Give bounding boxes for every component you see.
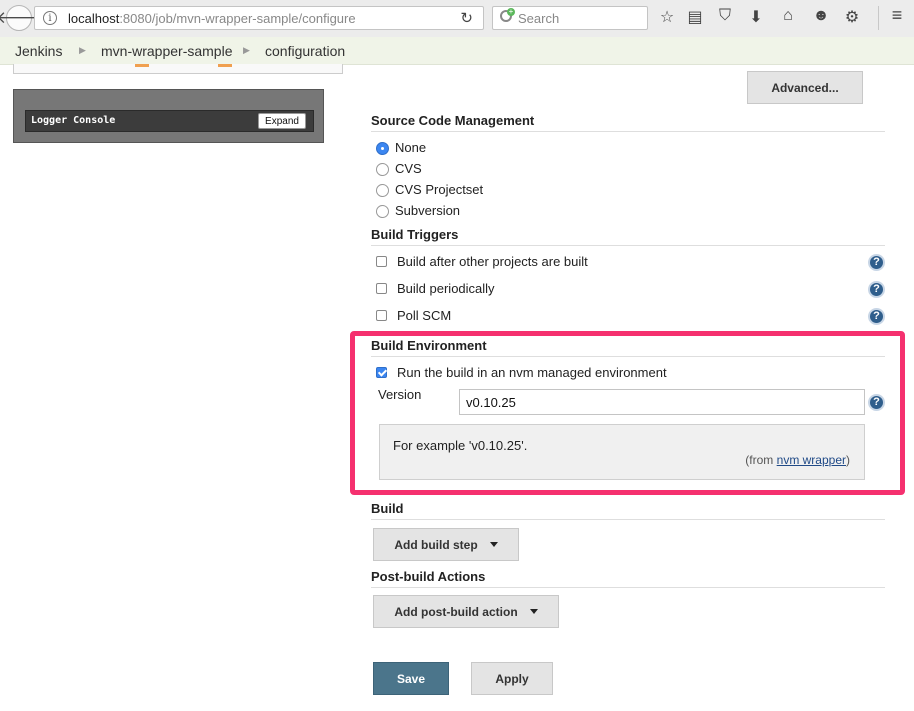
side-panel-bottom — [13, 64, 343, 74]
pocket-icon[interactable]: ⛉ — [715, 7, 735, 25]
build-environment-title: Build Environment — [371, 338, 487, 353]
side-panel-marker — [135, 64, 149, 67]
scm-radio-cvs[interactable] — [376, 163, 389, 176]
section-divider — [371, 245, 885, 246]
scm-option-label: None — [395, 140, 427, 155]
add-post-build-action-label: Add post-build action — [394, 604, 518, 619]
scm-option-label: Subversion — [395, 203, 461, 218]
reload-icon[interactable]: ↻ — [460, 9, 473, 27]
logger-console-bar: Logger Console Expand — [25, 110, 314, 132]
version-label: Version — [378, 387, 422, 402]
build-triggers-title: Build Triggers — [371, 227, 459, 242]
nvm-environment-label: Run the build in an nvm managed environm… — [397, 365, 667, 380]
dropdown-caret-icon — [529, 609, 538, 614]
add-build-step-button[interactable]: Add build step — [373, 528, 519, 561]
scm-option-label: CVS — [395, 161, 422, 176]
breadcrumb: Jenkins ▶ mvn-wrapper-sample ▶ configura… — [0, 37, 914, 65]
trigger-checkbox-poll-scm[interactable] — [376, 310, 387, 321]
breadcrumb-separator-icon: ▶ — [79, 45, 86, 55]
expand-button[interactable]: Expand — [258, 113, 306, 129]
breadcrumb-separator-icon: ▶ — [243, 45, 250, 55]
scm-radio-cvs-projectset[interactable] — [376, 184, 389, 197]
search-input[interactable]: + Search — [492, 6, 648, 30]
version-input[interactable] — [459, 389, 865, 415]
logger-console-panel: Logger Console Expand — [13, 89, 324, 143]
scm-section-title: Source Code Management — [371, 113, 535, 128]
url-bar[interactable]: i localhost:8080/job/mvn-wrapper-sample/… — [34, 6, 484, 30]
logger-console-title: Logger Console — [31, 115, 116, 126]
section-divider — [371, 131, 885, 132]
section-divider — [371, 519, 885, 520]
search-engine-add-icon: + — [507, 7, 515, 16]
scm-radio-none[interactable] — [376, 142, 389, 155]
add-post-build-action-button[interactable]: Add post-build action — [373, 595, 559, 628]
side-panel-marker — [218, 64, 232, 67]
scm-option-label: CVS Projectset — [395, 182, 484, 197]
dropdown-caret-icon — [489, 542, 498, 547]
add-build-step-label: Add build step — [394, 537, 478, 552]
url-text[interactable]: localhost:8080/job/mvn-wrapper-sample/co… — [68, 11, 356, 26]
breadcrumb-configuration[interactable]: configuration — [265, 43, 345, 59]
trigger-checkbox-after-other-projects[interactable] — [376, 256, 387, 267]
chat-icon[interactable]: ☻ — [811, 7, 831, 25]
section-divider — [371, 356, 885, 357]
version-help-box: For example 'v0.10.25'. (from nvm wrappe… — [379, 424, 865, 480]
download-icon[interactable]: ⬇ — [746, 7, 766, 27]
browser-toolbar: 🡐 i localhost:8080/job/mvn-wrapper-sampl… — [0, 0, 914, 38]
help-icon[interactable]: ? — [868, 394, 885, 411]
url-host: localhost — [68, 11, 120, 26]
help-icon[interactable]: ? — [868, 308, 885, 325]
breadcrumb-job[interactable]: mvn-wrapper-sample — [101, 43, 232, 59]
star-icon[interactable]: ☆ — [657, 7, 677, 27]
search-placeholder: Search — [518, 11, 560, 26]
url-path: :8080/job/mvn-wrapper-sample/configure — [119, 11, 356, 26]
help-source: (from nvm wrapper) — [745, 453, 850, 467]
scm-radio-subversion[interactable] — [376, 205, 389, 218]
post-build-title: Post-build Actions — [371, 569, 486, 584]
reading-list-icon[interactable]: ▤ — [685, 7, 705, 27]
help-source-prefix: (from — [745, 453, 777, 467]
trigger-label: Build periodically — [397, 281, 495, 296]
nvm-wrapper-link[interactable]: nvm wrapper — [777, 453, 846, 467]
back-arrow-icon[interactable]: 🡐 — [0, 5, 42, 31]
section-divider — [371, 587, 885, 588]
help-icon[interactable]: ? — [868, 254, 885, 271]
trigger-checkbox-periodically[interactable] — [376, 283, 387, 294]
apply-button[interactable]: Apply — [471, 662, 553, 695]
trigger-label: Poll SCM — [397, 308, 452, 323]
menu-icon[interactable]: ≡ — [887, 5, 907, 26]
extension-icon[interactable]: ⚙ — [842, 7, 862, 27]
save-button[interactable]: Save — [373, 662, 449, 695]
help-icon[interactable]: ? — [868, 281, 885, 298]
toolbar-divider — [878, 6, 879, 30]
breadcrumb-jenkins[interactable]: Jenkins — [15, 43, 62, 59]
info-icon[interactable]: i — [43, 11, 57, 25]
nvm-environment-checkbox[interactable] — [376, 367, 387, 378]
advanced-button[interactable]: Advanced... — [747, 71, 863, 104]
build-section-title: Build — [371, 501, 404, 516]
home-icon[interactable]: ⌂ — [778, 7, 798, 25]
version-help-text: For example 'v0.10.25'. — [393, 438, 528, 453]
trigger-label: Build after other projects are built — [397, 254, 588, 269]
help-source-suffix: ) — [846, 453, 850, 467]
